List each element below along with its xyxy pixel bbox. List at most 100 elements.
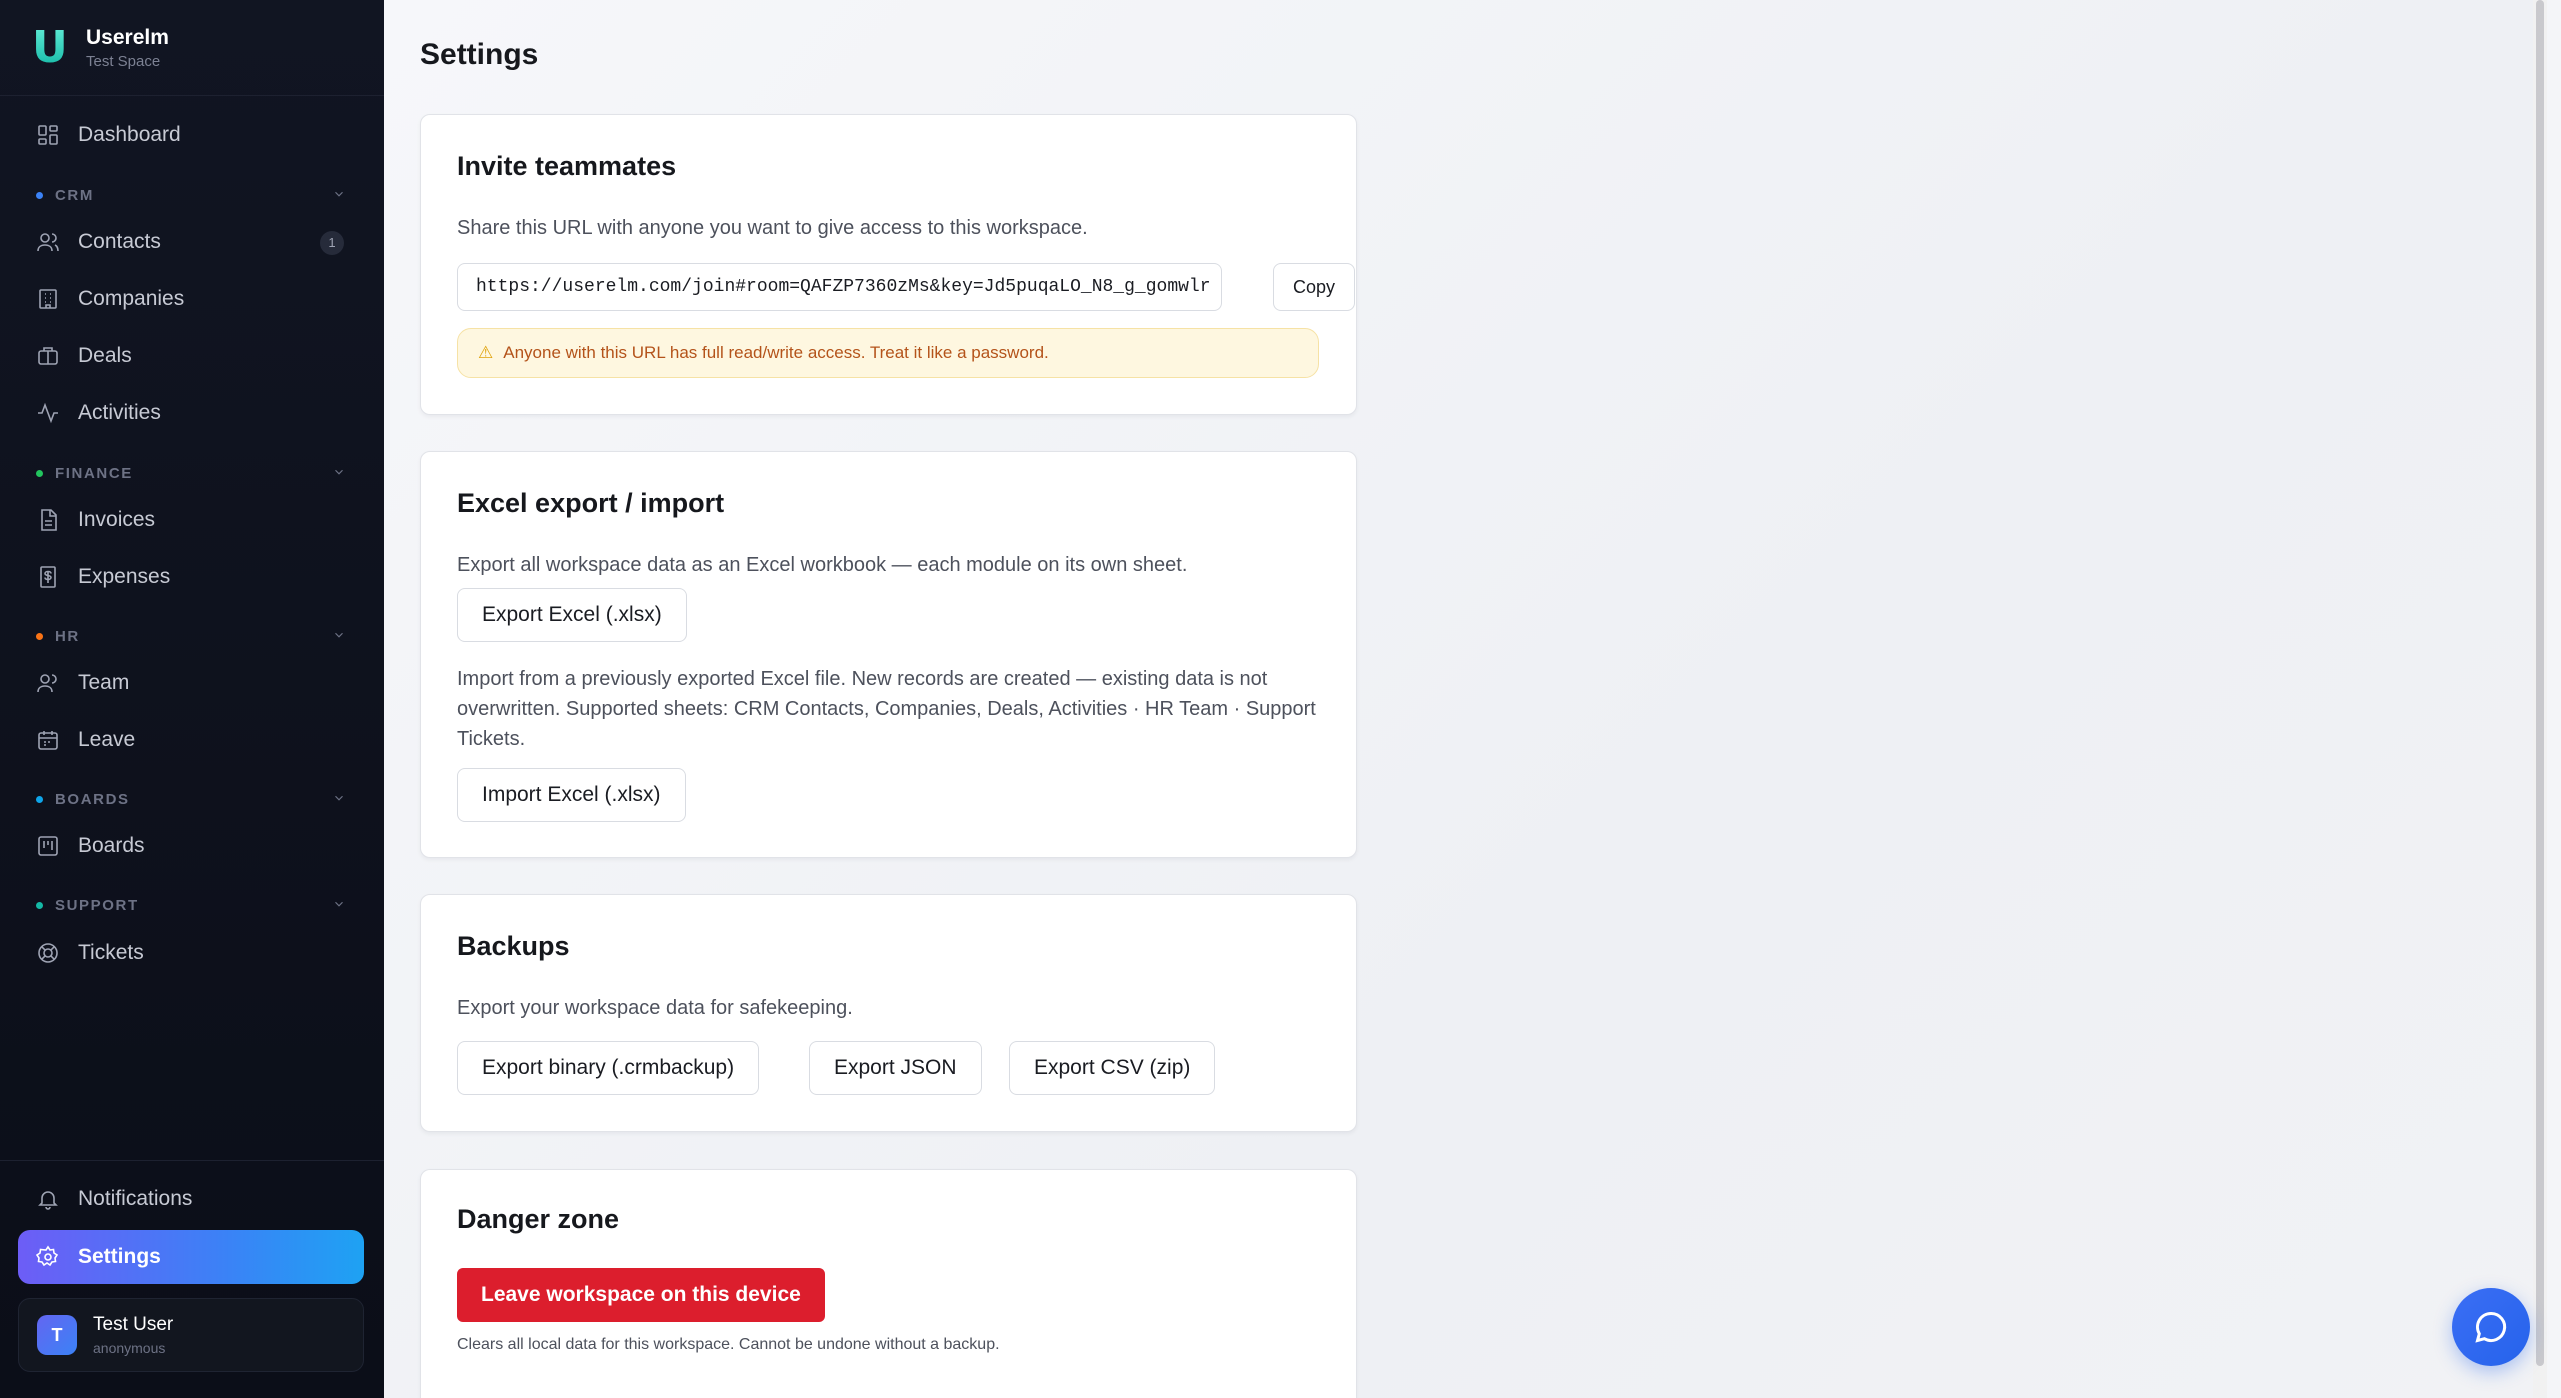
receipt-icon [36, 565, 60, 589]
danger-note: Clears all local data for this workspace… [457, 1336, 1000, 1353]
chevron-down-icon [332, 897, 346, 911]
warning-banner: ⚠ Anyone with this URL has full read/wri… [457, 328, 1319, 378]
sidebar-item-label: Deals [78, 344, 132, 367]
export-json-button[interactable]: Export JSON [809, 1041, 982, 1095]
export-excel-button[interactable]: Export Excel (.xlsx) [457, 588, 687, 642]
section-finance[interactable]: FINANCE [36, 461, 346, 485]
invite-card: Invite teammates Share this URL with any… [420, 114, 1357, 415]
sidebar-item-expenses[interactable]: Expenses [18, 552, 364, 602]
excel-card: Excel export / import Export all workspa… [420, 451, 1357, 858]
sidebar-item-label: Settings [78, 1245, 161, 1268]
warning-text: Anyone with this URL has full read/write… [503, 343, 1049, 362]
section-label: SUPPORT [55, 896, 139, 914]
card-title: Backups [457, 931, 570, 961]
export-binary-button[interactable]: Export binary (.crmbackup) [457, 1041, 760, 1095]
page-title: Settings [420, 38, 539, 71]
calendar-icon [36, 728, 60, 752]
sidebar-item-team[interactable]: Team [18, 658, 364, 708]
team-icon [36, 671, 60, 695]
card-title: Invite teammates [457, 151, 677, 181]
scrollbar[interactable] [2533, 0, 2547, 1398]
section-hr[interactable]: HR [36, 624, 346, 648]
chat-button[interactable] [2452, 1288, 2530, 1366]
sidebar-item-companies[interactable]: Companies [18, 274, 364, 324]
card-title: Danger zone [457, 1204, 620, 1234]
sidebar-item-invoices[interactable]: Invoices [18, 495, 364, 545]
sidebar-item-contacts[interactable]: Contacts 1 [18, 217, 364, 267]
backups-description: Export your workspace data for safekeepi… [457, 997, 853, 1019]
section-boards[interactable]: BOARDS [36, 787, 346, 811]
import-excel-button[interactable]: Import Excel (.xlsx) [457, 768, 686, 822]
lifebuoy-icon [36, 941, 60, 965]
user-status: anonymous [93, 1340, 166, 1356]
section-label: FINANCE [55, 464, 133, 482]
sidebar: U Userelm Test Space Dashboard CRM Conta… [0, 0, 384, 1398]
section-label: CRM [55, 186, 94, 204]
gear-icon [36, 1245, 60, 1269]
sidebar-item-label: Boards [78, 834, 145, 857]
section-dot [36, 469, 43, 477]
sidebar-item-label: Contacts [78, 230, 161, 253]
danger-card: Danger zone Leave workspace on this devi… [420, 1169, 1357, 1398]
sidebar-divider [0, 1160, 384, 1161]
bell-icon [36, 1187, 60, 1211]
avatar: T [37, 1315, 77, 1355]
sidebar-item-label: Invoices [78, 508, 156, 531]
sidebar-item-activities[interactable]: Activities [18, 388, 364, 438]
copy-button[interactable]: Copy [1273, 263, 1355, 311]
sidebar-item-boards[interactable]: Boards [18, 821, 364, 871]
invite-url-field[interactable]: https://userelm.com/join#room=QAFZP7360z… [457, 263, 1222, 311]
invite-description: Share this URL with anyone you want to g… [457, 217, 1088, 239]
leave-workspace-button[interactable]: Leave workspace on this device [457, 1268, 825, 1322]
scrollbar-thumb[interactable] [2536, 0, 2544, 1366]
sidebar-item-label: Tickets [78, 941, 144, 964]
brand-logo: U [32, 21, 68, 73]
sidebar-item-label: Team [78, 671, 130, 694]
backups-card: Backups Export your workspace data for s… [420, 894, 1357, 1132]
chevron-down-icon [332, 791, 346, 805]
user-card[interactable]: T Test User anonymous [18, 1298, 364, 1372]
sidebar-item-label: Leave [78, 728, 136, 751]
brand[interactable]: U Userelm Test Space [0, 0, 384, 96]
kanban-icon [36, 834, 60, 858]
sidebar-item-settings[interactable]: Settings [18, 1230, 364, 1284]
section-dot [36, 191, 43, 199]
section-crm[interactable]: CRM [36, 183, 346, 207]
card-title: Excel export / import [457, 488, 725, 518]
sidebar-item-deals[interactable]: Deals [18, 331, 364, 381]
briefcase-icon [36, 344, 60, 368]
activity-icon [36, 401, 60, 425]
count-badge: 1 [320, 231, 344, 255]
users-icon [36, 230, 60, 254]
section-label: HR [55, 627, 80, 645]
section-dot [36, 632, 43, 640]
chat-bubble-icon [2473, 1309, 2509, 1345]
sidebar-item-dashboard[interactable]: Dashboard [18, 110, 364, 160]
section-dot [36, 795, 43, 803]
sidebar-item-leave[interactable]: Leave [18, 715, 364, 765]
file-text-icon [36, 508, 60, 532]
section-label: BOARDS [55, 790, 130, 808]
export-csv-button[interactable]: Export CSV (zip) [1009, 1041, 1216, 1095]
sidebar-item-label: Expenses [78, 565, 171, 588]
section-support[interactable]: SUPPORT [36, 893, 346, 917]
import-description: Import from a previously exported Excel … [457, 668, 1316, 750]
chevron-down-icon [332, 628, 346, 642]
building-icon [36, 287, 60, 311]
dashboard-icon [36, 123, 60, 147]
sidebar-item-label: Dashboard [78, 123, 181, 146]
sidebar-item-tickets[interactable]: Tickets [18, 928, 364, 978]
chevron-down-icon [332, 465, 346, 479]
sidebar-item-label: Notifications [78, 1187, 193, 1210]
sidebar-item-notifications[interactable]: Notifications [18, 1174, 364, 1224]
sidebar-item-label: Activities [78, 401, 161, 424]
chevron-down-icon [332, 187, 346, 201]
section-dot [36, 901, 43, 909]
main-content: Settings Invite teammates Share this URL… [384, 0, 2547, 1398]
brand-name: Userelm [86, 25, 169, 49]
warning-icon: ⚠ [478, 343, 494, 363]
export-description: Export all workspace data as an Excel wo… [457, 554, 1188, 576]
user-name: Test User [93, 1314, 174, 1335]
workspace-name: Test Space [86, 52, 161, 70]
sidebar-item-label: Companies [78, 287, 185, 310]
